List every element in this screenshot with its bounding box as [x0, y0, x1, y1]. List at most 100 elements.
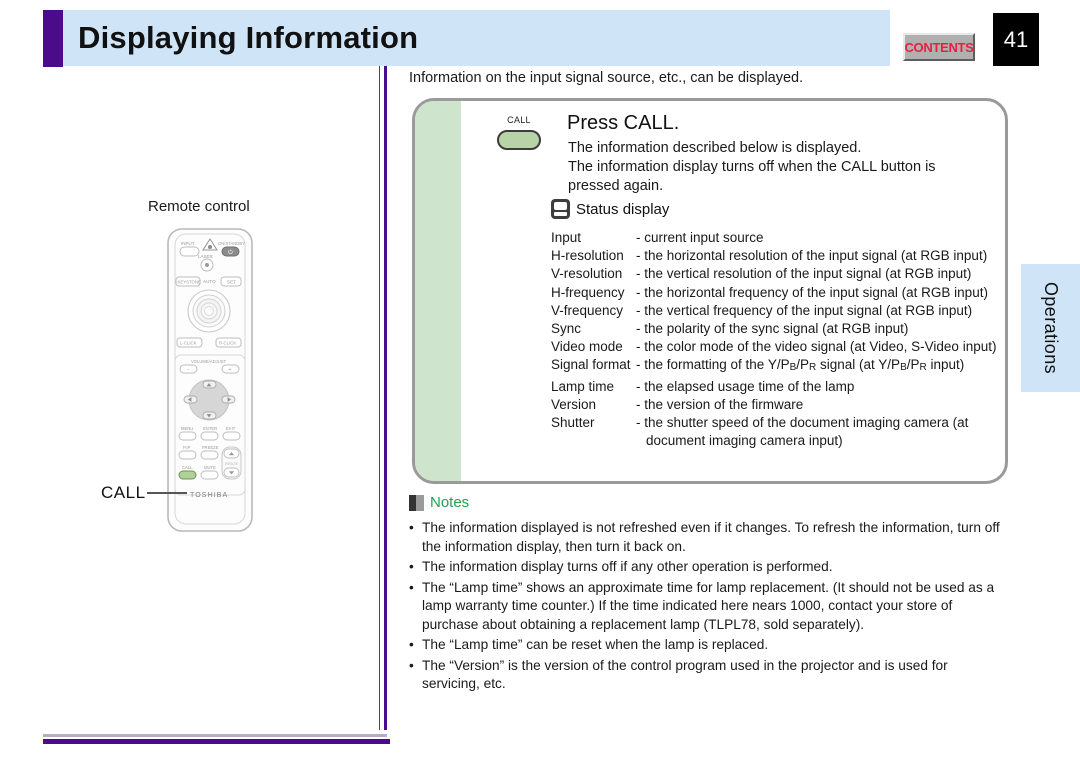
call-key-label: CALL: [507, 115, 531, 125]
side-tab-operations[interactable]: Operations: [1021, 264, 1080, 392]
status-description: - the shutter speed of the document imag…: [636, 415, 969, 431]
step-heading: Press CALL.: [567, 112, 680, 134]
status-term: Input: [551, 230, 582, 245]
note-bullet: •: [409, 520, 414, 535]
svg-text:FREEZE: FREEZE: [202, 445, 219, 450]
note-item: • The information display turns off if an…: [409, 558, 1009, 577]
svg-text:R-CLICK: R-CLICK: [219, 341, 236, 346]
status-term: Shutter: [551, 415, 595, 431]
step-description-line: pressed again.: [568, 178, 664, 194]
svg-text:+: +: [229, 367, 232, 373]
status-description: - the vertical frequency of the input si…: [636, 302, 973, 318]
note-item: • The “Lamp time” can be reset when the l…: [409, 636, 1009, 655]
status-term: V-frequency: [551, 302, 624, 318]
status-term: Signal format: [551, 357, 631, 373]
status-description: - the vertical resolution of the input s…: [636, 266, 972, 282]
step-description-line: The information display turns off when t…: [568, 159, 936, 175]
status-row: H-resolution - the horizontal resolution …: [551, 247, 996, 265]
status-term: Sync: [551, 321, 582, 337]
status-row: Shutter - the shutter speed of the docume…: [551, 414, 996, 432]
status-row: V-resolution - the vertical resolution of…: [551, 265, 996, 283]
page-frame-bottom-shadow: [43, 734, 387, 737]
svg-text:L-CLICK: L-CLICK: [180, 341, 197, 346]
status-term: Video mode: [551, 339, 623, 355]
status-term: V-resolution: [551, 266, 623, 282]
status-row: Video mode - the color mode of the video …: [551, 338, 996, 356]
note-bullet: •: [409, 637, 414, 652]
call-key-shape: [497, 130, 541, 150]
page-title: Displaying Information: [78, 20, 419, 55]
page-frame-bottom-rule: [43, 739, 390, 744]
svg-text:−: −: [187, 367, 190, 373]
call-callout-leader-line: [147, 492, 187, 494]
svg-text:CALL: CALL: [182, 465, 193, 470]
status-term: Lamp time: [551, 378, 615, 394]
note-text: The “Lamp time” can be reset when the la…: [422, 637, 769, 652]
page-frame-vertical-rule: [384, 60, 387, 730]
side-tab-label: Operations: [1041, 281, 1061, 375]
status-display-heading: Status display: [551, 199, 669, 219]
step-description: The information described below is displ…: [568, 139, 1005, 196]
step-description-line: The information described below is displ…: [568, 140, 862, 156]
status-term: Version: [551, 396, 597, 412]
contents-button-label: CONTENTS: [904, 39, 974, 55]
svg-text:P.IP: P.IP: [183, 445, 191, 450]
status-row: Input - current input source: [551, 229, 996, 247]
status-description: - the formatting of the Y/PB/PR signal (…: [636, 357, 965, 374]
svg-text:VOLUME/ADJUST: VOLUME/ADJUST: [191, 359, 227, 364]
page-frame-vertical-hairline: [379, 60, 380, 730]
status-description: - the elapsed usage time of the lamp: [636, 378, 855, 394]
header-accent-bar: [43, 10, 63, 67]
note-bullet: •: [409, 657, 414, 673]
svg-text:INPUT: INPUT: [181, 241, 195, 246]
note-bullet: •: [409, 579, 414, 595]
status-description: - current input source: [636, 230, 764, 245]
svg-text:RESIZE: RESIZE: [225, 462, 239, 466]
status-row: Sync - the polarity of the sync signal (a…: [551, 320, 996, 338]
svg-text:MUTE: MUTE: [204, 465, 216, 470]
step-panel: CALL Press CALL. The information describ…: [412, 98, 1008, 484]
svg-text:SET: SET: [227, 280, 236, 285]
svg-text:MENU: MENU: [181, 426, 193, 431]
call-key-illustration: CALL: [493, 115, 545, 155]
svg-text:ENTER: ENTER: [203, 426, 217, 431]
status-description: - the horizontal frequency of the input …: [636, 284, 988, 300]
note-text: The “Lamp time” shows an approximate tim…: [422, 579, 995, 632]
status-row: Version - the version of the firmware: [551, 396, 996, 414]
status-term: H-frequency: [551, 284, 625, 300]
svg-text:ON/STANDBY: ON/STANDBY: [218, 241, 245, 246]
svg-text:KEYSTONE: KEYSTONE: [178, 280, 201, 285]
status-description-continued: document imaging camera input): [646, 433, 843, 449]
status-description: - the version of the firmware: [636, 396, 804, 412]
status-display-label: Status display: [576, 200, 670, 218]
step-panel-accent-strip: [415, 101, 461, 481]
status-row: V-frequency - the vertical frequency of t…: [551, 302, 996, 320]
notes-heading: Notes: [409, 494, 469, 511]
status-row: Signal format - the formatting of the Y/P…: [551, 356, 996, 377]
svg-text:LASER: LASER: [198, 254, 214, 259]
status-row: Lamp time - the elapsed usage time of the…: [551, 378, 996, 396]
page-number-label: 41: [1003, 26, 1029, 52]
note-item: • The “Version” is the version of the con…: [409, 657, 1009, 694]
notes-icon: [409, 494, 424, 511]
note-text: The information display turns off if any…: [422, 559, 833, 574]
note-item: • The information displayed is not refres…: [409, 519, 1009, 556]
status-description: - the color mode of the video signal (at…: [636, 339, 997, 355]
note-bullet: •: [409, 559, 414, 574]
status-description: - the polarity of the sync signal (at RG…: [636, 321, 909, 337]
call-callout-label: CALL: [101, 483, 146, 502]
note-text: The “Version” is the version of the cont…: [422, 657, 948, 692]
status-term: H-resolution: [551, 248, 624, 264]
status-display-icon: [551, 199, 570, 219]
note-text: The information displayed is not refresh…: [422, 520, 1000, 554]
note-item: • The “Lamp time” shows an approximate ti…: [409, 579, 1009, 635]
svg-text:EXIT: EXIT: [226, 426, 236, 431]
contents-button[interactable]: CONTENTS: [903, 33, 975, 61]
status-row: H-frequency - the horizontal frequency of…: [551, 284, 996, 302]
notes-list: • The information displayed is not refres…: [409, 517, 1009, 694]
status-description: - the horizontal resolution of the input…: [636, 248, 988, 264]
status-items-table: Input - current input source H-resolution -…: [551, 229, 996, 450]
remote-control-illustration: INPUT ON/STANDBY ⏻ LASER KEYSTONE AUTO S…: [160, 225, 260, 535]
remote-control-caption: Remote control: [148, 198, 250, 215]
intro-text: Information on the input signal source, …: [409, 70, 804, 86]
